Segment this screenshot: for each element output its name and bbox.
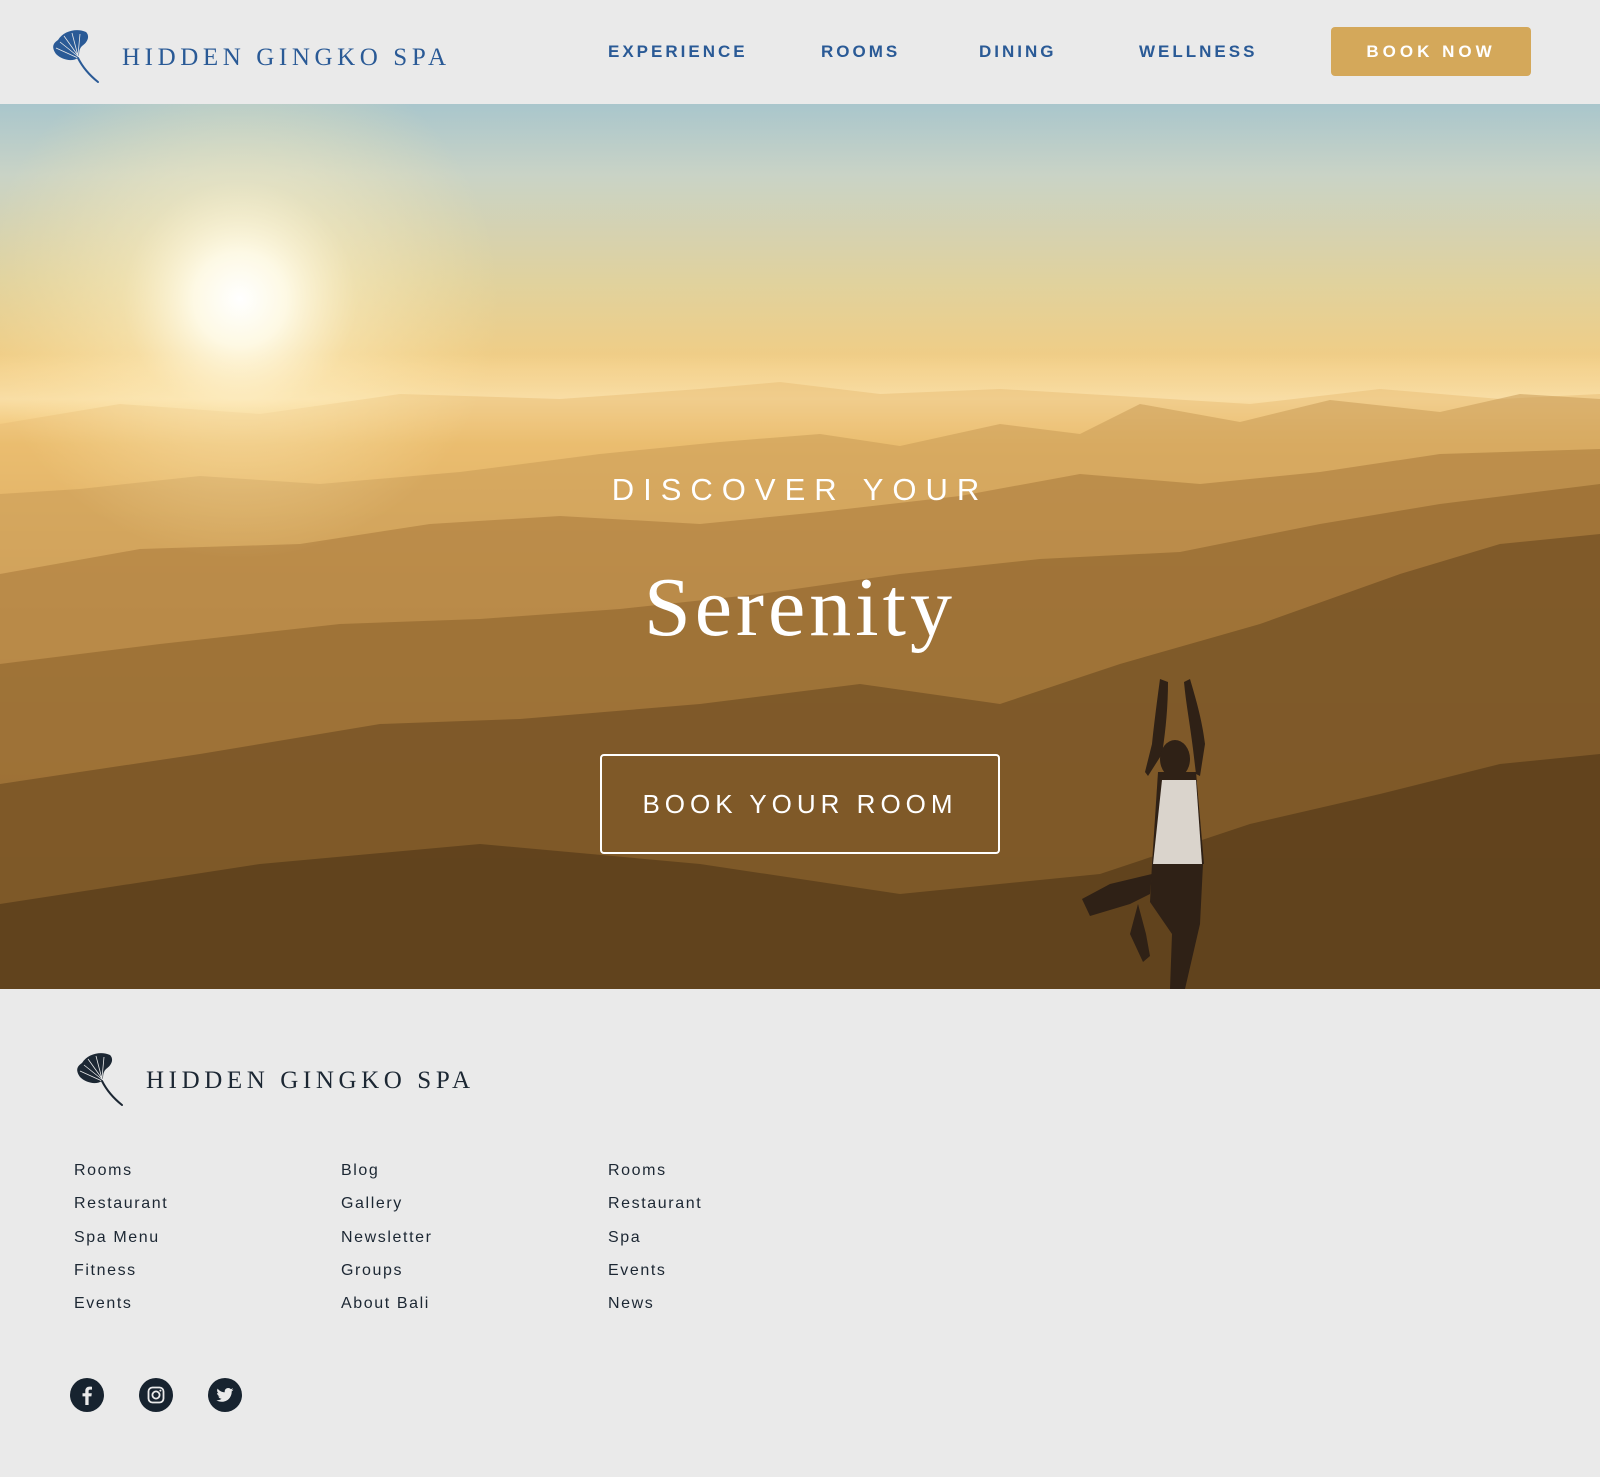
footer-link-restaurant-2[interactable]: Restaurant (608, 1194, 702, 1227)
facebook-icon[interactable] (70, 1378, 104, 1412)
hero-section: DISCOVER YOUR Serenity BOOK YOUR ROOM (0, 104, 1600, 989)
footer-link-fitness[interactable]: Fitness (74, 1261, 168, 1294)
footer-brand-name: HIDDEN GINGKO SPA (146, 1067, 475, 1094)
footer-link-rooms-2[interactable]: Rooms (608, 1161, 702, 1194)
nav-rooms[interactable]: ROOMS (821, 42, 900, 62)
footer-link-restaurant[interactable]: Restaurant (74, 1194, 168, 1227)
instagram-icon[interactable] (139, 1378, 173, 1412)
footer-link-gallery[interactable]: Gallery (341, 1194, 433, 1227)
hero-background-image (0, 104, 1600, 989)
footer-link-spa-menu[interactable]: Spa Menu (74, 1228, 168, 1261)
footer-logo[interactable]: HIDDEN GINGKO SPA (72, 1051, 475, 1107)
ginkgo-leaf-icon (72, 1051, 126, 1107)
nav-dining[interactable]: DINING (979, 42, 1057, 62)
footer-column-3: Rooms Restaurant Spa Events News (608, 1161, 702, 1327)
footer-link-events-2[interactable]: Events (608, 1261, 702, 1294)
twitter-icon[interactable] (208, 1378, 242, 1412)
book-now-button[interactable]: BOOK NOW (1331, 27, 1531, 76)
hero-kicker: DISCOVER YOUR (611, 472, 989, 507)
book-your-room-button[interactable]: BOOK YOUR ROOM (600, 754, 1000, 854)
site-footer: HIDDEN GINGKO SPA Rooms Restaurant Spa M… (0, 989, 1600, 1477)
footer-column-2: Blog Gallery Newsletter Groups About Bal… (341, 1161, 433, 1327)
footer-link-events[interactable]: Events (74, 1294, 168, 1327)
nav-experience[interactable]: EXPERIENCE (608, 42, 748, 62)
footer-link-blog[interactable]: Blog (341, 1161, 433, 1194)
footer-link-rooms[interactable]: Rooms (74, 1161, 168, 1194)
site-header: HIDDEN GINGKO SPA EXPERIENCE ROOMS DININ… (0, 0, 1600, 104)
footer-link-groups[interactable]: Groups (341, 1261, 433, 1294)
header-logo[interactable]: HIDDEN GINGKO SPA (48, 28, 451, 84)
footer-link-news[interactable]: News (608, 1294, 702, 1327)
footer-link-newsletter[interactable]: Newsletter (341, 1228, 433, 1261)
brand-name: HIDDEN GINGKO SPA (122, 44, 451, 71)
footer-link-about-bali[interactable]: About Bali (341, 1294, 433, 1327)
hero-title: Serenity (644, 561, 956, 654)
ginkgo-leaf-icon (48, 28, 102, 84)
footer-link-spa[interactable]: Spa (608, 1228, 702, 1261)
nav-wellness[interactable]: WELLNESS (1139, 42, 1257, 62)
footer-column-1: Rooms Restaurant Spa Menu Fitness Events (74, 1161, 168, 1327)
